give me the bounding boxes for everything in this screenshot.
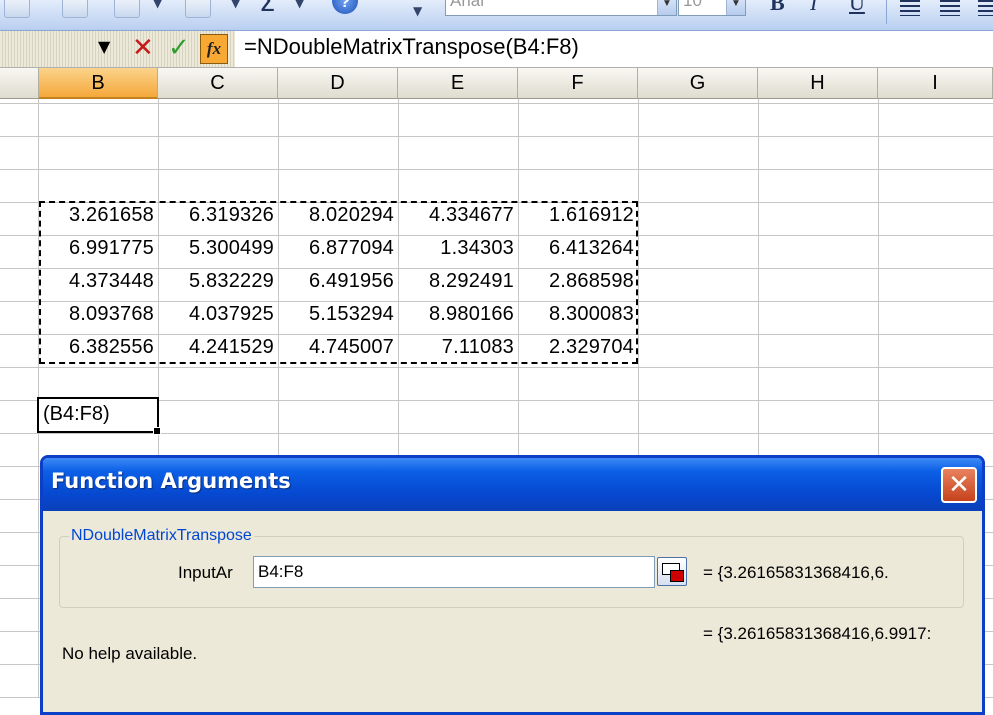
- table-cell[interactable]: 8.980166: [398, 298, 518, 331]
- column-header-i[interactable]: I: [878, 68, 993, 99]
- table-cell[interactable]: 2.329704: [518, 331, 638, 364]
- active-cell-text: (B4:F8): [43, 403, 110, 425]
- chevron-down-icon[interactable]: ▼: [726, 0, 745, 15]
- cancel-icon[interactable]: ✕: [132, 33, 154, 63]
- italic-button[interactable]: I: [810, 0, 817, 16]
- insert-function-button[interactable]: fx: [200, 34, 228, 64]
- table-cell[interactable]: 2.868598: [518, 265, 638, 298]
- column-header-d[interactable]: D: [278, 68, 398, 99]
- column-header-f[interactable]: F: [518, 68, 638, 99]
- function-name-label: NDoubleMatrixTranspose: [69, 527, 254, 545]
- table-cell[interactable]: 7.11083: [398, 331, 518, 364]
- active-cell-editor[interactable]: (B4:F8): [37, 397, 161, 435]
- font-name-combo[interactable]: Arial ▼: [445, 0, 677, 16]
- table-cell[interactable]: 8.300083: [518, 298, 638, 331]
- table-cell[interactable]: 5.153294: [278, 298, 398, 331]
- enter-icon[interactable]: ✓: [168, 33, 190, 63]
- table-cell[interactable]: 1.34303: [398, 232, 518, 265]
- column-header-g[interactable]: G: [638, 68, 758, 99]
- align-right-icon[interactable]: [978, 0, 993, 16]
- undo-dropdown-icon[interactable]: ▼: [231, 0, 240, 10]
- table-cell[interactable]: 6.491956: [278, 265, 398, 298]
- chevron-down-icon[interactable]: ▼: [657, 0, 676, 15]
- autosum-dropdown-icon[interactable]: ▼: [295, 0, 304, 10]
- paste-dropdown-icon[interactable]: ▼: [153, 0, 162, 10]
- table-cell[interactable]: 4.334677: [398, 199, 518, 232]
- undo-icon[interactable]: [185, 0, 211, 18]
- formula-input[interactable]: =NDoubleMatrixTranspose(B4:F8): [244, 34, 579, 60]
- underline-button[interactable]: U: [849, 0, 865, 16]
- table-cell[interactable]: 6.413264: [518, 232, 638, 265]
- column-header-h[interactable]: H: [758, 68, 878, 99]
- table-cell[interactable]: 4.745007: [278, 331, 398, 364]
- autosum-icon[interactable]: Σ: [259, 0, 275, 18]
- fill-handle[interactable]: [153, 427, 161, 435]
- toolbar-options-icon[interactable]: ▼: [413, 4, 422, 18]
- dialog-title: Function Arguments: [51, 469, 291, 493]
- name-box-dropdown-icon[interactable]: ▼: [98, 37, 110, 56]
- function-arguments-dialog: Function Arguments ✕ NDoubleMatrixTransp…: [40, 455, 985, 715]
- bold-button[interactable]: B: [770, 0, 785, 16]
- table-cell[interactable]: 6.382556: [39, 331, 158, 364]
- align-center-icon[interactable]: [940, 0, 960, 16]
- standard-toolbar: ▼ ▼ Σ ▼ ? ▼ Arial ▼ 10 ▼ B I U: [0, 0, 993, 31]
- table-cell[interactable]: 6.319326: [158, 199, 278, 232]
- font-size-value: 10: [683, 0, 702, 10]
- table-cell[interactable]: 6.991775: [39, 232, 158, 265]
- table-cell[interactable]: 8.292491: [398, 265, 518, 298]
- table-cell[interactable]: 4.241529: [158, 331, 278, 364]
- table-cell[interactable]: 4.373448: [39, 265, 158, 298]
- table-cell[interactable]: 8.020294: [278, 199, 398, 232]
- table-cell[interactable]: 3.261658: [39, 199, 158, 232]
- column-header-b[interactable]: B: [39, 68, 158, 99]
- argument-result: = {3.26165831368416,6.: [703, 563, 889, 582]
- table-cell[interactable]: 6.877094: [278, 232, 398, 265]
- dialog-title-bar[interactable]: Function Arguments ✕: [43, 458, 982, 511]
- collapse-dialog-button[interactable]: [657, 557, 687, 586]
- table-cell[interactable]: 4.037925: [158, 298, 278, 331]
- table-cell[interactable]: 8.093768: [39, 298, 158, 331]
- help-text: No help available.: [62, 644, 198, 663]
- align-left-icon[interactable]: [900, 0, 920, 16]
- toolbar-divider: [886, 0, 887, 24]
- close-icon[interactable]: ✕: [941, 467, 977, 503]
- paste-icon[interactable]: [114, 0, 140, 18]
- table-cell[interactable]: 5.832229: [158, 265, 278, 298]
- help-icon[interactable]: ?: [332, 0, 358, 14]
- table-cell[interactable]: 5.300499: [158, 232, 278, 265]
- column-header-c[interactable]: C: [158, 68, 278, 99]
- formula-bar: ▼ ✕ ✓ fx =NDoubleMatrixTranspose(B4:F8): [0, 31, 993, 68]
- argument-label: InputAr: [178, 563, 233, 582]
- argument-input[interactable]: B4:F8: [253, 556, 655, 588]
- corner-header[interactable]: [0, 68, 39, 99]
- table-cell[interactable]: 1.616912: [518, 199, 638, 232]
- print-icon[interactable]: [4, 0, 30, 18]
- print-preview-icon[interactable]: [62, 0, 88, 18]
- range-select-icon-accent: [670, 570, 684, 582]
- font-name-value: Arial: [450, 0, 485, 10]
- font-size-combo[interactable]: 10 ▼: [678, 0, 746, 16]
- formula-result: = {3.26165831368416,6.9917:: [703, 624, 932, 643]
- column-header-e[interactable]: E: [398, 68, 518, 99]
